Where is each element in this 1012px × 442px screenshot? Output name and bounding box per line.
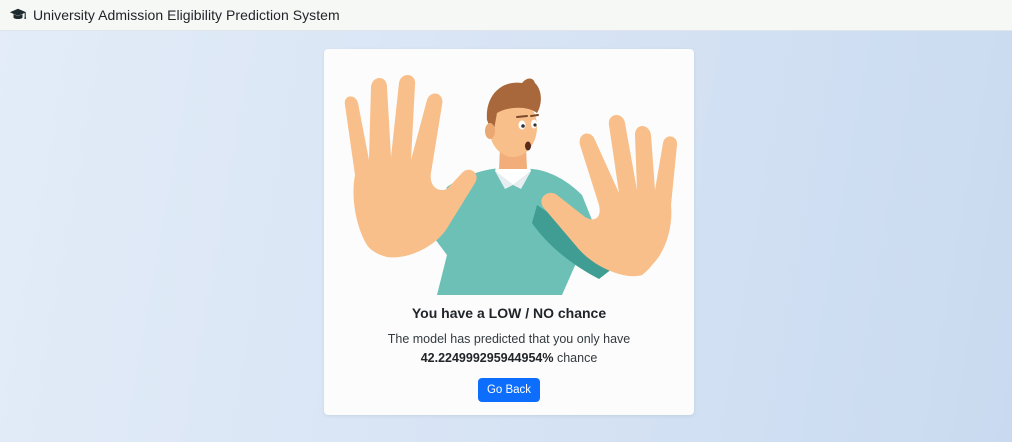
result-heading: You have a LOW / NO chance [411, 305, 607, 321]
result-card: You have a LOW / NO chance The model has… [324, 49, 694, 415]
go-back-button[interactable]: Go Back [477, 378, 541, 402]
navbar: University Admission Eligibility Predict… [0, 0, 1012, 31]
probability-value: 42.224999295944954% [420, 351, 554, 365]
message-suffix: chance [553, 351, 598, 365]
mouth [525, 141, 531, 151]
result-message: The model has predicted that you only ha… [388, 330, 631, 368]
stop-hands-illustration [344, 74, 678, 295]
graduation-cap-icon [9, 8, 27, 20]
app-title: University Admission Eligibility Predict… [33, 7, 340, 23]
message-prefix: The model has predicted that you only ha… [387, 332, 631, 346]
navbar-brand[interactable]: University Admission Eligibility Predict… [9, 7, 340, 23]
